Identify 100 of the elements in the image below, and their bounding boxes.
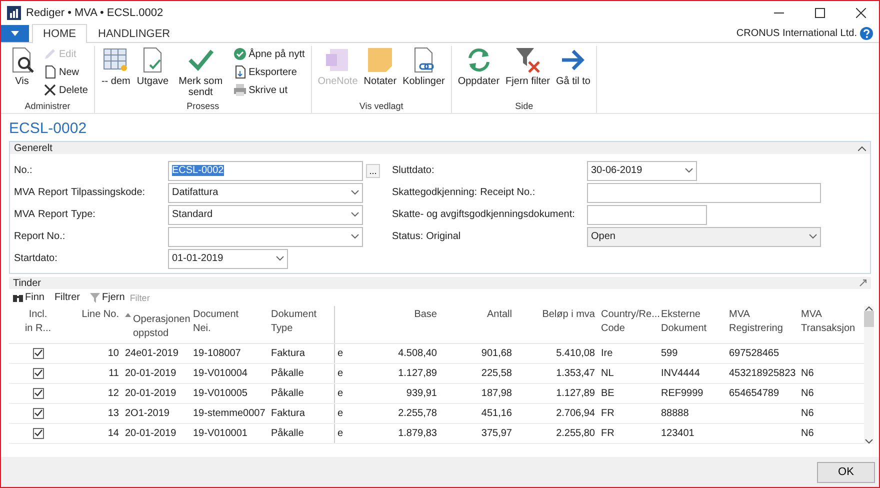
table-cell: e (338, 428, 344, 439)
table-cell: 19-V010005 (193, 388, 248, 399)
field-label: Original (426, 231, 461, 242)
ribbon-button[interactable]: Merk som sendt (172, 46, 229, 98)
ribbon-tab[interactable]: HANDLINGER (87, 24, 182, 42)
ribbon-button[interactable]: Koblinger (400, 46, 447, 87)
field-label: Tilpassingskode: (70, 187, 146, 198)
column-header[interactable]: Operasjonen oppstod (133, 313, 190, 341)
table-cell: 187,98 (481, 388, 512, 399)
table-cell: FR (601, 408, 614, 419)
table-cell: 13 (108, 408, 119, 419)
scroll-thumb[interactable] (864, 311, 874, 327)
table-cell: 654654789 (729, 388, 780, 399)
assist-button[interactable]: ... (366, 164, 380, 178)
column-header[interactable]: Dokument Type (271, 308, 317, 336)
ribbon-button[interactable]: Oppdater (456, 46, 502, 87)
ribbon-button[interactable]: Utgave (134, 46, 171, 87)
ribbon-button[interactable]: -- dem (98, 46, 133, 87)
help-icon (860, 26, 873, 40)
ribbon-button[interactable]: Åpne på nytt (230, 46, 307, 62)
field-label: Startdato: (14, 253, 58, 264)
table-cell: 1.879,83 (398, 428, 437, 439)
check-icon (34, 389, 42, 398)
dropdown-field[interactable]: Standard (168, 204, 363, 224)
section-header[interactable]: Tinder (9, 277, 871, 289)
section-header[interactable]: Generelt (10, 142, 870, 154)
column-header[interactable]: Line No. (82, 308, 119, 322)
table-cell: 599 (661, 348, 678, 359)
table-cell: 14 (108, 428, 119, 439)
toolbar-button[interactable]: Finn (13, 292, 44, 303)
column-header[interactable]: Country/Re... Code (601, 308, 660, 336)
dropdown-field[interactable]: 01-01-2019 (168, 248, 288, 268)
field-label: MVA (14, 209, 35, 220)
ribbon-button[interactable]: Delete (41, 82, 90, 98)
table-cell: N6 (801, 388, 814, 399)
toolbar-button[interactable]: Filtrer (54, 292, 80, 303)
dropdown-field[interactable] (168, 226, 363, 246)
field-label: Skattegodkjenning: (392, 187, 478, 198)
column-header[interactable]: Document Nei. (193, 308, 239, 336)
column-header[interactable]: Beløp i mva (542, 308, 595, 322)
ribbon-tab[interactable]: HOME (32, 24, 87, 43)
column-header[interactable]: Incl. in R... (24, 308, 52, 336)
binoculars-icon (13, 292, 23, 302)
app-menu-button[interactable] (1, 25, 29, 42)
ribbon-button[interactable]: Skrive ut (230, 82, 307, 98)
input-field[interactable]: ECSL-0002 (168, 160, 363, 180)
scroll-down-icon (865, 439, 873, 444)
dropdown-icon (11, 31, 19, 36)
scrollbar[interactable] (864, 306, 874, 444)
column-header[interactable]: Antall (486, 308, 512, 322)
ok-button[interactable]: OK (817, 462, 875, 482)
chevron-down-icon (351, 212, 359, 217)
column-header[interactable]: Eksterne Dokument (661, 308, 707, 336)
checkbox[interactable] (32, 408, 44, 419)
checkbox[interactable] (32, 368, 44, 379)
ribbon-button[interactable]: Fjern filter (504, 46, 552, 87)
table-cell: e (338, 368, 344, 379)
field-label: No.: (14, 165, 32, 176)
table-cell: N6 (801, 408, 814, 419)
table-cell: 1.127,89 (556, 388, 595, 399)
table-cell: 20-01-2019 (125, 368, 176, 379)
table-cell: NL (601, 368, 614, 379)
column-header[interactable]: MVA Registrering (729, 308, 783, 336)
table-cell: 2.706,94 (556, 408, 595, 419)
ribbon-button[interactable]: Vis (5, 46, 39, 87)
table-cell: 5.410,08 (556, 348, 595, 359)
export-icon (232, 65, 247, 79)
input-field[interactable] (587, 204, 707, 224)
ribbon-button[interactable]: New (41, 64, 90, 80)
check-icon (34, 429, 42, 438)
table-cell: 19-108007 (193, 348, 241, 359)
input-field[interactable] (587, 182, 821, 202)
ribbon-button[interactable]: Eksportere (230, 64, 307, 80)
table-cell: INV4444 (661, 368, 700, 379)
chevron-down-icon (276, 256, 284, 261)
table-cell: 2.255,80 (556, 428, 595, 439)
table-cell: 20-01-2019 (125, 388, 176, 399)
clear-filter-icon (514, 46, 542, 74)
checkbox[interactable] (32, 348, 44, 359)
toolbar-button[interactable]: Fjern Filter (90, 292, 150, 303)
table-cell: Ire (601, 348, 613, 359)
column-header[interactable]: Base (414, 308, 437, 322)
checkbox[interactable] (32, 428, 44, 439)
ribbon-button[interactable]: Gå til to (554, 46, 592, 87)
table-cell: N6 (801, 368, 814, 379)
dropdown-field[interactable]: Datifattura (168, 182, 363, 202)
chevron-down-icon (351, 234, 359, 239)
pencil-icon (43, 47, 57, 61)
ribbon-button[interactable]: Notater (362, 46, 399, 87)
table-cell: Faktura (271, 348, 305, 359)
group-label: Side (514, 101, 534, 113)
table-cell: Påkalle (271, 428, 304, 439)
table-cell: 453218925823 (729, 368, 796, 379)
table-cell: 88888 (661, 408, 689, 419)
checkbox[interactable] (32, 388, 44, 399)
table-cell: 697528465 (729, 348, 780, 359)
delete-icon (43, 83, 57, 97)
field-label: Report (38, 209, 68, 220)
column-header[interactable]: MVA Transaksjon (801, 308, 856, 336)
dropdown-field[interactable]: 30-06-2019 (587, 160, 697, 180)
